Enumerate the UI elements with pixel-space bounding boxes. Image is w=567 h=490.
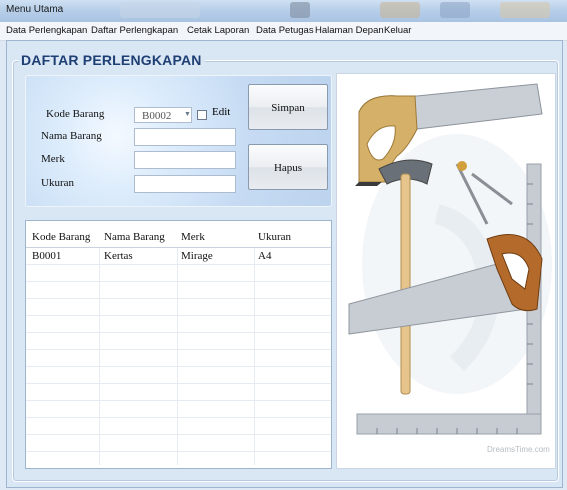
grid-row-line	[26, 298, 331, 299]
nama-barang-label: Nama Barang	[41, 130, 102, 142]
tools-illustration: DreamsTime.com	[348, 83, 552, 454]
menu-item-halaman-depan[interactable]: Halaman Depan	[315, 25, 384, 36]
grid-row-line	[26, 332, 331, 333]
kode-barang-label: Kode Barang	[46, 108, 105, 120]
edit-checkbox-label: Edit	[212, 106, 231, 118]
grid-row-line	[26, 383, 331, 384]
grid-row-line	[26, 400, 331, 401]
watermark-text: DreamsTime.com	[487, 445, 550, 454]
menu-item-cetak-laporan[interactable]: Cetak Laporan	[187, 25, 249, 36]
cell-kode-barang: B0001	[32, 250, 62, 262]
page-title: DAFTAR PERLENGKAPAN	[18, 52, 205, 68]
menu-item-daftar-perlengkapan[interactable]: Daftar Perlengkapan	[91, 25, 178, 36]
column-header-ukuran[interactable]: Ukuran	[258, 231, 291, 243]
nama-barang-field[interactable]	[134, 128, 236, 146]
edit-checkbox[interactable]	[197, 110, 207, 120]
title-bar-blur	[380, 2, 420, 18]
chevron-down-icon[interactable]: ▼	[184, 111, 191, 118]
grid-row-line	[26, 264, 331, 265]
cell-ukuran: A4	[258, 250, 272, 262]
ukuran-label: Ukuran	[41, 177, 74, 189]
grid-row-line	[26, 281, 331, 282]
grid-row-line	[26, 434, 331, 435]
grid-header: Kode Barang Nama Barang Merk Ukuran	[26, 231, 331, 246]
grid-row-line	[26, 417, 331, 418]
merk-label: Merk	[41, 153, 65, 165]
menu-bar: Data Perlengkapan Daftar Perlengkapan Ce…	[0, 22, 567, 41]
data-grid[interactable]: Kode Barang Nama Barang Merk Ukuran B000…	[25, 220, 332, 469]
grid-row-line	[26, 451, 331, 452]
column-header-kode-barang[interactable]: Kode Barang	[32, 231, 90, 243]
grid-header-divider	[26, 247, 331, 248]
menu-item-data-petugas[interactable]: Data Petugas	[256, 25, 314, 36]
merk-field[interactable]	[134, 151, 236, 169]
title-bar-blur	[120, 2, 200, 18]
column-header-merk[interactable]: Merk	[181, 231, 205, 243]
title-bar-blur	[440, 2, 470, 18]
grid-row-line	[26, 315, 331, 316]
title-bar-blur	[290, 2, 310, 18]
column-header-nama-barang[interactable]: Nama Barang	[104, 231, 165, 243]
window-title: Menu Utama	[6, 4, 64, 15]
cell-merk: Mirage	[181, 250, 213, 262]
tools-image: DreamsTime.com	[336, 73, 556, 469]
simpan-button[interactable]: Simpan	[248, 84, 328, 130]
menu-item-data-perlengkapan[interactable]: Data Perlengkapan	[6, 25, 87, 36]
ukuran-field[interactable]	[134, 175, 236, 193]
grid-row-line	[26, 366, 331, 367]
cell-nama-barang: Kertas	[104, 250, 133, 262]
title-bar-blur	[500, 2, 550, 18]
title-bar: Menu Utama	[0, 0, 567, 22]
hapus-button[interactable]: Hapus	[248, 144, 328, 190]
menu-item-keluar[interactable]: Keluar	[384, 25, 411, 36]
grid-row-line	[26, 349, 331, 350]
